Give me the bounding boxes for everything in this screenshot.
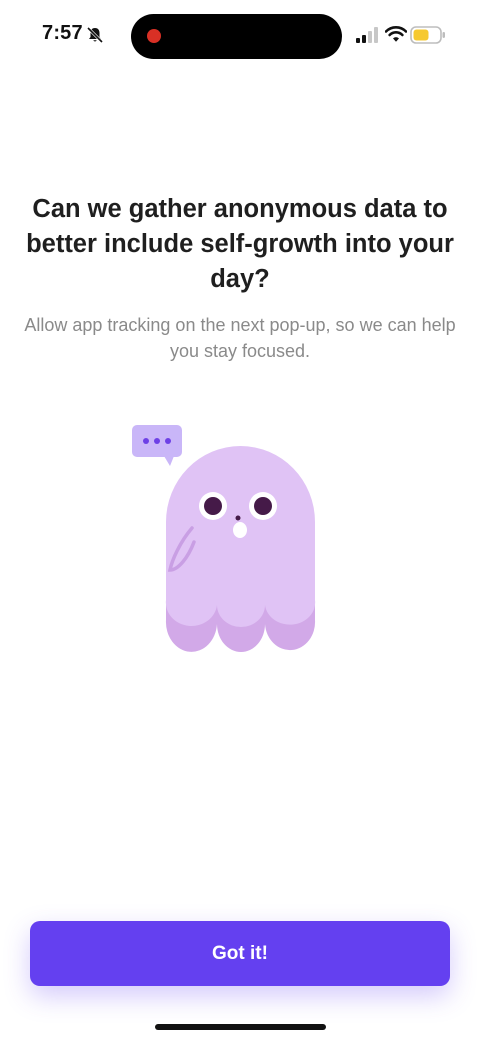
speech-bubble-icon [132, 425, 182, 466]
cellular-signal-icon [356, 27, 378, 43]
battery-icon [410, 26, 445, 44]
wifi-icon [385, 26, 407, 42]
dynamic-island [131, 14, 342, 59]
bell-slash-icon [86, 26, 104, 44]
status-time: 7:57 [42, 22, 83, 44]
status-bar: 7:57 [0, 0, 480, 72]
page-subtitle: Allow app tracking on the next pop-up, s… [24, 315, 456, 361]
page-title: Can we gather anonymous data to better i… [26, 195, 454, 293]
home-indicator[interactable] [155, 1024, 326, 1030]
got-it-button[interactable]: Got it! [30, 921, 450, 986]
ghost-illustration [132, 425, 316, 652]
recording-dot-icon [147, 29, 161, 43]
